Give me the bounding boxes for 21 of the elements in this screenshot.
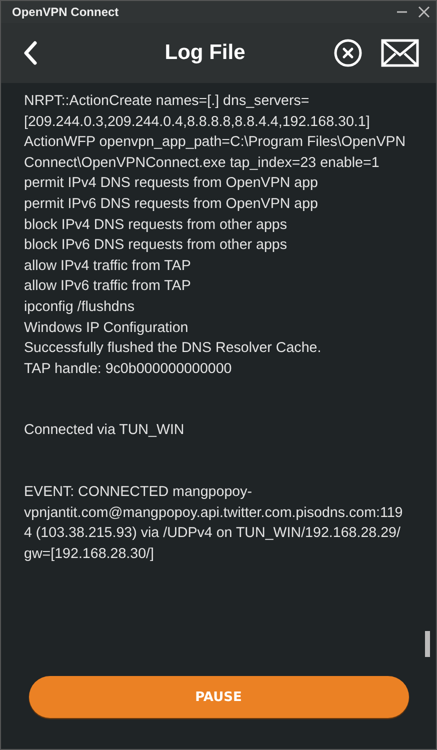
log-line: Successfully flushed the DNS Resolver Cache. xyxy=(24,339,322,358)
scrollbar-thumb[interactable] xyxy=(425,631,430,657)
log-line: permit IPv6 DNS requests from OpenVPN app xyxy=(24,194,320,214)
log-line: ipconfig /flushdns xyxy=(24,298,136,317)
window-title: OpenVPN Connect xyxy=(12,5,119,19)
page-title: Log File xyxy=(164,41,246,65)
mail-icon[interactable] xyxy=(381,39,419,67)
log-line: block IPv4 DNS requests from other apps xyxy=(24,216,288,235)
back-icon[interactable] xyxy=(23,41,37,65)
log-line: NRPT::ActionCreate names=[.] dns_servers=[209.244.0.3,209.244.0.4,8.8.8.8,8.8.4.4,192.168.30.1] xyxy=(24,92,371,132)
close-icon[interactable] xyxy=(418,6,430,18)
pause-button[interactable]: PAUSE xyxy=(28,676,408,718)
log-line: Windows IP Configuration xyxy=(24,318,190,338)
clear-icon[interactable] xyxy=(333,38,363,68)
log-line: EVENT: CONNECTED mangpopoy-vpnjantit.com@mangpopoy.api.twitter.com.pisodns.com:1194 (103.38.215.93) via /UDPv4 on TUN_WIN/192.168.28.29/ gw=[192.168.28.30/] xyxy=(24,482,404,564)
log-line: Connected via TUN_WIN xyxy=(24,421,186,440)
log-line: block IPv6 DNS requests from other apps xyxy=(24,236,288,256)
log-line: allow IPv6 traffic from TAP xyxy=(24,277,192,296)
log-line: permit IPv4 DNS requests from OpenVPN app xyxy=(24,174,320,194)
log-line: allow IPv4 traffic from TAP xyxy=(24,256,192,276)
log-line: TAP handle: 9c0b000000000000 xyxy=(24,360,233,379)
